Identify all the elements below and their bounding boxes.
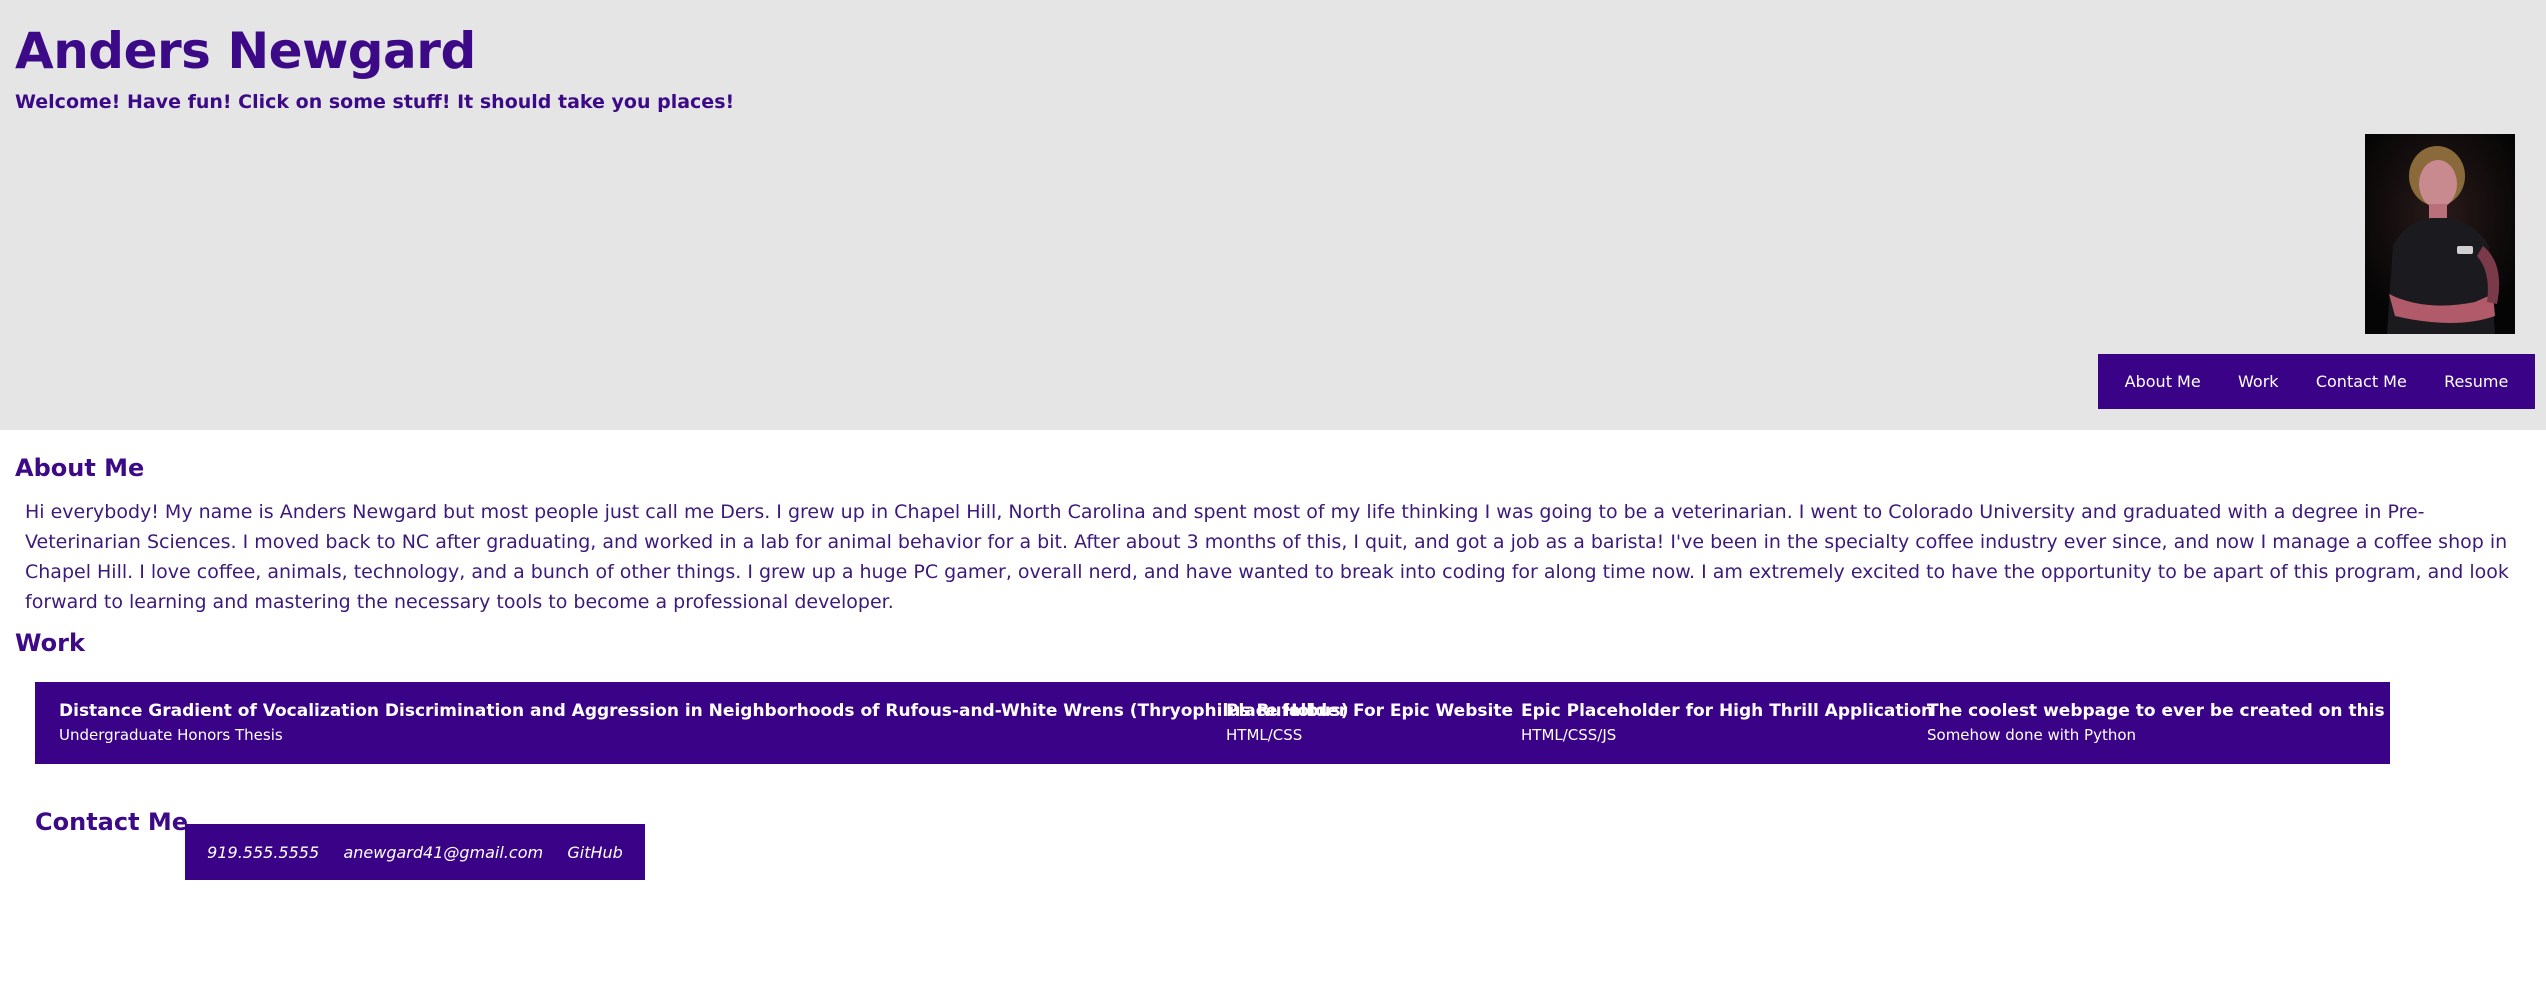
project-description: HTML/CSS/JS	[1521, 726, 1617, 744]
project-title: Distance Gradient of Vocalization Discri…	[59, 701, 1349, 721]
contact-github-link[interactable]: GitHub	[567, 843, 622, 862]
site-header: Anders Newgard Welcome! Have fun! Click …	[0, 0, 2546, 430]
nav-about-me[interactable]: About Me	[2125, 372, 2201, 391]
site-tagline: Welcome! Have fun! Click on some stuff! …	[15, 91, 735, 113]
profile-photo	[2365, 134, 2515, 334]
contact-heading: Contact Me	[35, 808, 189, 836]
nav-contact-me[interactable]: Contact Me	[2316, 372, 2407, 391]
main-nav: About Me Work Contact Me Resume	[2098, 354, 2535, 409]
contact-bar: 919.555.5555 anewgard41@gmail.com GitHub	[185, 824, 645, 880]
project-item[interactable]: Epic Placeholder for High Thrill Applica…	[1521, 700, 1933, 746]
about-text: Hi everybody! My name is Anders Newgard …	[25, 501, 2509, 613]
project-item[interactable]: Place Holder For Epic Website HTML/CSS	[1226, 700, 1513, 746]
project-item[interactable]: The coolest webpage to ever be created o…	[1927, 700, 2442, 746]
profile-photo-illustration	[2365, 134, 2515, 334]
work-heading: Work	[15, 629, 85, 657]
project-description: HTML/CSS	[1226, 726, 1303, 744]
contact-email-link[interactable]: anewgard41@gmail.com	[343, 843, 543, 862]
project-title: Place Holder For Epic Website	[1226, 701, 1513, 721]
project-description: Somehow done with Python	[1927, 726, 2137, 744]
project-title: Epic Placeholder for High Thrill Applica…	[1521, 701, 1934, 721]
nav-resume[interactable]: Resume	[2444, 372, 2508, 391]
project-title: The coolest webpage to ever be created o…	[1927, 701, 2443, 721]
project-description: Undergraduate Honors Thesis	[59, 726, 283, 744]
project-item[interactable]: Distance Gradient of Vocalization Discri…	[59, 700, 1349, 746]
site-title: Anders Newgard	[15, 22, 476, 80]
contact-phone-link[interactable]: 919.555.5555	[207, 843, 319, 862]
nav-work[interactable]: Work	[2238, 372, 2279, 391]
about-heading: About Me	[15, 454, 145, 482]
work-projects-bar: Distance Gradient of Vocalization Discri…	[35, 682, 2442, 764]
